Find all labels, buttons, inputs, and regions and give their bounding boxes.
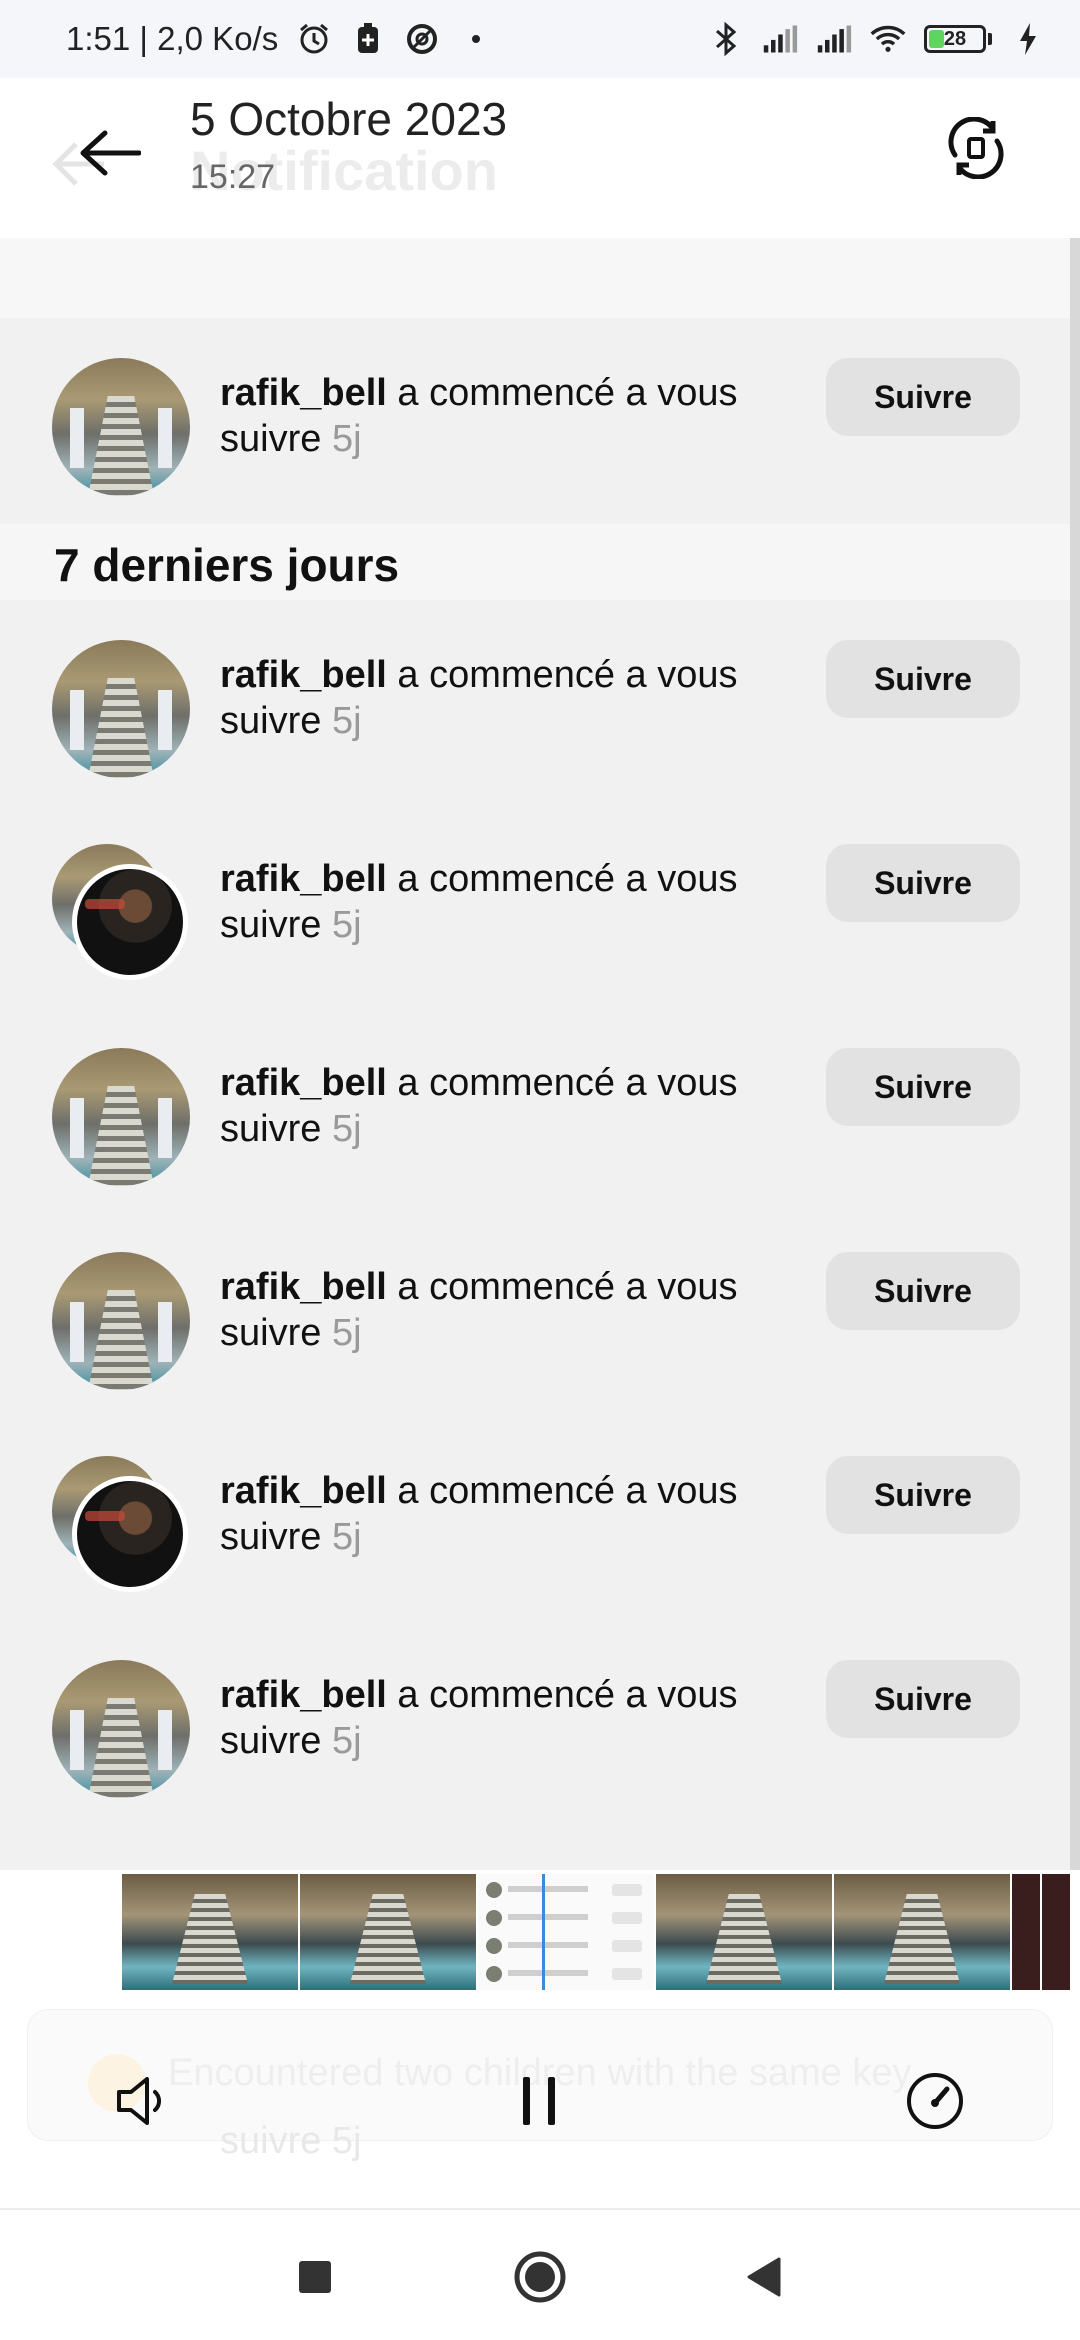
- notification-text: rafik_bell a commencé a vous suivre 5j: [220, 652, 780, 744]
- follow-button[interactable]: Suivre: [826, 1252, 1020, 1330]
- system-nav-bar: [0, 2210, 1080, 2340]
- section-header: 7 derniers jours: [0, 524, 1070, 600]
- recording-date: 5 Octobre 2023: [190, 93, 508, 145]
- status-time-speed: 1:51 | 2,0 Ko/s: [66, 20, 279, 57]
- back-nav-button[interactable]: [730, 2244, 796, 2310]
- volume-icon: [117, 2077, 162, 2125]
- notification-row[interactable]: rafik_bell a commencé a vous suivre 5j S…: [0, 1048, 1070, 1208]
- username[interactable]: rafik_bell: [220, 1266, 387, 1308]
- section-title: 7 derniers jours: [54, 539, 400, 591]
- triangle-back-icon: [747, 2257, 781, 2297]
- avatar-stack[interactable]: [52, 844, 192, 984]
- notification-age: 5j: [331, 1312, 362, 1354]
- timeline-frame: [122, 1874, 298, 1990]
- notification-text: rafik_bell a commencé a vous suivre 5j: [220, 370, 780, 462]
- username[interactable]: rafik_bell: [220, 654, 387, 696]
- arrow-left-icon: [80, 130, 141, 176]
- username[interactable]: rafik_bell: [220, 372, 387, 414]
- header: Notification 5 Octobre 2023 15:27: [0, 78, 1080, 238]
- back-button[interactable]: [70, 118, 150, 188]
- rotate-screen-icon: [948, 117, 1004, 179]
- username[interactable]: rafik_bell: [220, 1674, 387, 1716]
- recent-apps-button[interactable]: [282, 2244, 348, 2310]
- timeline-frame: [656, 1874, 832, 1990]
- notification-text: rafik_bell a commencé a vous suivre 5j: [220, 1468, 780, 1560]
- speed-button[interactable]: [892, 2058, 978, 2144]
- top-spacer: [0, 238, 1080, 318]
- battery-icon: 28: [924, 25, 992, 53]
- timeline-frame: [478, 1874, 654, 1990]
- volume-button[interactable]: [100, 2058, 186, 2144]
- speed-icon: [907, 2073, 963, 2129]
- timeline-frame: [300, 1874, 476, 1990]
- notification-text: rafik_bell a commencé a vous suivre 5j: [220, 1672, 780, 1764]
- avatar-image: [52, 1048, 190, 1186]
- dot-icon: [458, 21, 494, 57]
- avatar-image: [52, 1252, 190, 1390]
- avatar-image: [52, 358, 190, 496]
- avatar[interactable]: [52, 1252, 192, 1392]
- follow-button[interactable]: Suivre: [826, 1660, 1020, 1738]
- pause-button[interactable]: [496, 2058, 582, 2144]
- notification-text: rafik_bell a commencé a vous suivre 5j: [220, 1060, 780, 1152]
- avatar-image: [52, 640, 190, 778]
- username[interactable]: rafik_bell: [220, 1470, 387, 1512]
- notification-text: rafik_bell a commencé a vous suivre 5j: [220, 856, 780, 948]
- circle-icon: [514, 2251, 566, 2303]
- signal-icon: [762, 21, 798, 57]
- notification-row[interactable]: rafik_bell a commencé a vous suivre 5j S…: [0, 358, 1070, 518]
- notification-age: 5j: [331, 1720, 362, 1762]
- notification-age: 5j: [331, 904, 362, 946]
- battery-fill: [929, 30, 944, 48]
- recording-time: 15:27: [190, 158, 276, 196]
- home-button[interactable]: [507, 2244, 573, 2310]
- charging-icon: [1010, 21, 1046, 57]
- notification-age: 5j: [331, 1516, 362, 1558]
- alarm-icon: [296, 21, 332, 57]
- avatar-image-secondary: [72, 1476, 188, 1592]
- avatar[interactable]: [52, 358, 192, 498]
- notification-age: 5j: [331, 700, 362, 742]
- timeline-frame: [1012, 1874, 1072, 1990]
- battery-level: 28: [943, 27, 967, 50]
- square-icon: [299, 2261, 331, 2293]
- notification-row[interactable]: rafik_bell a commencé a vous suivre 5j S…: [0, 1660, 1070, 1820]
- avatar[interactable]: [52, 1048, 192, 1188]
- notification-age: 5j: [331, 1108, 362, 1150]
- follow-button[interactable]: Suivre: [826, 640, 1020, 718]
- wifi-icon: [870, 21, 906, 57]
- notification-text: rafik_bell a commencé a vous suivre 5j: [220, 1264, 780, 1356]
- notification-row[interactable]: rafik_bell a commencé a vous suivre 5j S…: [0, 1252, 1070, 1412]
- avatar-image: [52, 1660, 190, 1798]
- bluetooth-icon: [708, 21, 744, 57]
- data-saver-icon: [404, 21, 440, 57]
- player-controls: [0, 2058, 1080, 2144]
- notification-row[interactable]: rafik_bell a commencé a vous suivre 5j S…: [0, 844, 1070, 1004]
- scrollbar[interactable]: [1070, 238, 1080, 1870]
- rotate-button[interactable]: [938, 110, 1014, 186]
- follow-button[interactable]: Suivre: [826, 1456, 1020, 1534]
- follow-button[interactable]: Suivre: [826, 358, 1020, 436]
- username[interactable]: rafik_bell: [220, 1062, 387, 1104]
- notification-row[interactable]: rafik_bell a commencé a vous suivre 5j S…: [0, 1456, 1070, 1616]
- avatar[interactable]: [52, 640, 192, 780]
- avatar-image-secondary: [72, 864, 188, 980]
- battery-saver-icon: [350, 21, 386, 57]
- signal-icon-2: [816, 21, 852, 57]
- avatar-stack[interactable]: [52, 1456, 192, 1596]
- notification-age: 5j: [331, 418, 362, 460]
- notification-row[interactable]: rafik_bell a commencé a vous suivre 5j S…: [0, 640, 1070, 800]
- playhead[interactable]: [542, 1874, 545, 1990]
- follow-button[interactable]: Suivre: [826, 1048, 1020, 1126]
- status-bar: 1:51 | 2,0 Ko/s 28: [0, 0, 1080, 78]
- username[interactable]: rafik_bell: [220, 858, 387, 900]
- pause-icon: [523, 2077, 555, 2125]
- avatar[interactable]: [52, 1660, 192, 1800]
- timeline-filmstrip[interactable]: [122, 1874, 1080, 1990]
- timeline-frame: [834, 1874, 1010, 1990]
- follow-button[interactable]: Suivre: [826, 844, 1020, 922]
